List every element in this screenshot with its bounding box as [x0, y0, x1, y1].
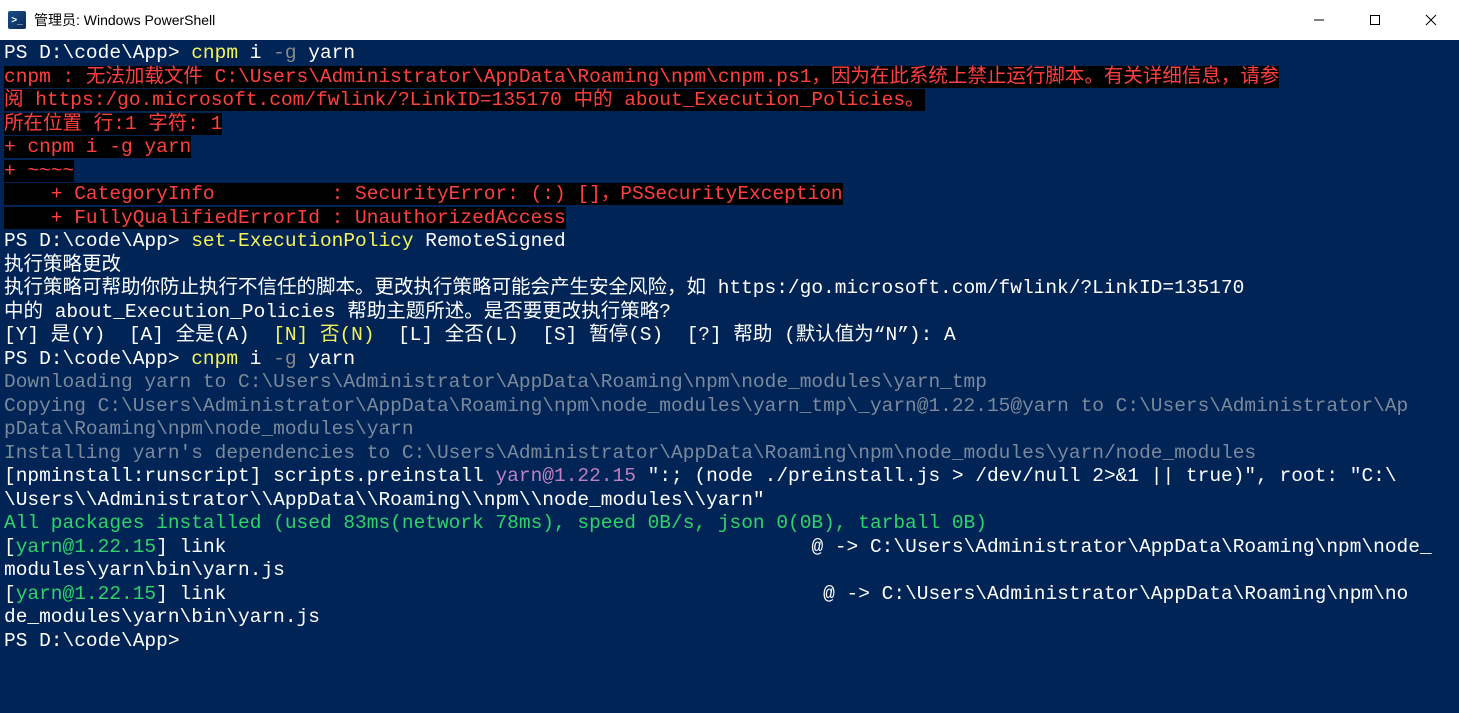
terminal-line: + cnpm i -g yarn [4, 136, 1455, 160]
terminal-line: Installing yarn's dependencies to C:\Use… [4, 442, 1455, 466]
titlebar[interactable]: >_ 管理员: Windows PowerShell [0, 0, 1459, 40]
app-icon: >_ [0, 11, 34, 29]
terminal-content[interactable]: PS D:\code\App> cnpm i -g yarncnpm : 无法加… [0, 40, 1459, 713]
close-button[interactable] [1403, 0, 1459, 40]
terminal-line: modules\yarn\bin\yarn.js [4, 559, 1455, 583]
terminal-line: All packages installed (used 83ms(networ… [4, 512, 1455, 536]
terminal-line: 所在位置 行:1 字符: 1 [4, 113, 1455, 137]
maximize-icon [1369, 14, 1381, 26]
terminal-line: PS D:\code\App> cnpm i -g yarn [4, 42, 1455, 66]
terminal-line: [Y] 是(Y) [A] 全是(A) [N] 否(N) [L] 全否(L) [S… [4, 324, 1455, 348]
terminal-line: pData\Roaming\npm\node_modules\yarn [4, 418, 1455, 442]
powershell-window: >_ 管理员: Windows PowerShell PS D:\code\Ap… [0, 0, 1459, 713]
terminal-line: + FullyQualifiedErrorId : UnauthorizedAc… [4, 207, 1455, 231]
minimize-icon [1313, 14, 1325, 26]
terminal-line: + ~~~~ [4, 160, 1455, 184]
terminal-line: 执行策略更改 [4, 254, 1455, 278]
maximize-button[interactable] [1347, 0, 1403, 40]
terminal-line: Downloading yarn to C:\Users\Administrat… [4, 371, 1455, 395]
powershell-icon: >_ [8, 11, 26, 29]
terminal-line: PS D:\code\App> cnpm i -g yarn [4, 348, 1455, 372]
window-title: 管理员: Windows PowerShell [34, 10, 223, 30]
terminal-line: [npminstall:runscript] scripts.preinstal… [4, 465, 1455, 489]
terminal-line: Copying C:\Users\Administrator\AppData\R… [4, 395, 1455, 419]
minimize-button[interactable] [1291, 0, 1347, 40]
terminal-line: + CategoryInfo : SecurityError: (:) []，P… [4, 183, 1455, 207]
terminal-line: 执行策略可帮助你防止执行不信任的脚本。更改执行策略可能会产生安全风险，如 htt… [4, 277, 1455, 301]
terminal-line: 中的 about_Execution_Policies 帮助主题所述。是否要更改… [4, 301, 1455, 325]
terminal-line: 阅 https:/go.microsoft.com/fwlink/?LinkID… [4, 89, 1455, 113]
terminal-line: de_modules\yarn\bin\yarn.js [4, 606, 1455, 630]
window-controls [1291, 0, 1459, 40]
terminal-line: PS D:\code\App> [4, 630, 1455, 654]
terminal-line: cnpm : 无法加载文件 C:\Users\Administrator\App… [4, 66, 1455, 90]
terminal-line: [yarn@1.22.15] link @ -> C:\Users\Admini… [4, 583, 1455, 607]
terminal-line: PS D:\code\App> set-ExecutionPolicy Remo… [4, 230, 1455, 254]
terminal-line: [yarn@1.22.15] link @ -> C:\Users\Admini… [4, 536, 1455, 560]
close-icon [1425, 14, 1437, 26]
terminal-line: \Users\\Administrator\\AppData\\Roaming\… [4, 489, 1455, 513]
